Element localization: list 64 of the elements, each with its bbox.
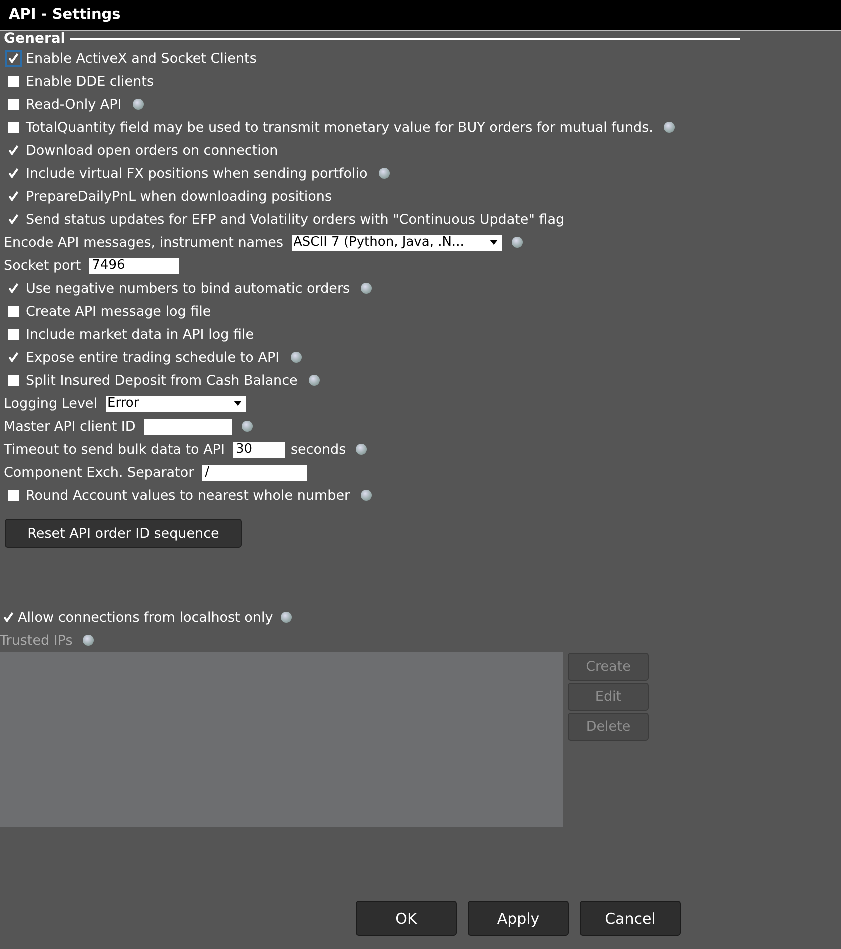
- help-icon[interactable]: [664, 122, 676, 133]
- field-label: Component Exch. Separator: [4, 464, 194, 482]
- checkbox[interactable]: [8, 375, 19, 386]
- checkbox-label: Include market data in API log file: [26, 326, 254, 344]
- checkbox-label: Allow connections from localhost only: [18, 608, 274, 626]
- checkbox-label: Include virtual FX positions when sending portfolio: [26, 164, 368, 182]
- help-icon[interactable]: [361, 283, 372, 294]
- checkbox[interactable]: [8, 283, 19, 294]
- checkbox-label: Send status updates for EFP and Volatility orders with "Continuous Update" flag: [26, 210, 565, 228]
- help-icon[interactable]: [132, 99, 144, 110]
- checkbox-label: Round Account values to nearest whole number: [26, 486, 350, 504]
- checkbox-label: Enable ActiveX and Socket Clients: [26, 50, 257, 68]
- checkbox-label: Expose entire trading schedule to API: [26, 348, 280, 366]
- dialog-button[interactable]: Cancel: [580, 901, 681, 936]
- checkbox-label: Download open orders on connection: [26, 142, 278, 160]
- field-label: Socket port: [4, 256, 82, 274]
- help-icon[interactable]: [242, 421, 253, 432]
- help-icon[interactable]: [281, 612, 292, 623]
- help-icon[interactable]: [361, 490, 372, 501]
- caret-icon: [234, 401, 242, 406]
- checkbox[interactable]: [8, 306, 19, 317]
- help-icon[interactable]: [308, 375, 320, 386]
- checkbox-label: Enable DDE clients: [26, 72, 154, 90]
- checkbox-label: Use negative numbers to bind automatic orders: [26, 280, 350, 298]
- reset-button[interactable]: Reset API order ID sequence: [5, 519, 242, 548]
- dropdown[interactable]: Error: [106, 396, 246, 412]
- unit-label: seconds: [290, 440, 346, 458]
- help-icon[interactable]: [378, 168, 390, 179]
- checkbox[interactable]: [8, 53, 19, 64]
- section-title: General: [4, 31, 66, 47]
- checkbox[interactable]: [8, 214, 19, 225]
- input-field[interactable]: 7496: [89, 258, 180, 274]
- help-icon[interactable]: [356, 444, 368, 455]
- checkbox[interactable]: [3, 612, 14, 623]
- help-icon[interactable]: [290, 352, 302, 363]
- checkbox[interactable]: [8, 76, 19, 87]
- checkbox[interactable]: [8, 490, 19, 501]
- window-title: API - Settings: [0, 0, 841, 31]
- dialog-button[interactable]: OK: [356, 901, 457, 936]
- caret-icon: [490, 240, 498, 245]
- checkbox-label: Split Insured Deposit from Cash Balance: [26, 372, 298, 390]
- section-label: Trusted IPs: [0, 632, 73, 650]
- checkbox-label: TotalQuantity field may be used to transmit monetary value for BUY orders for mutual funds.: [26, 118, 654, 136]
- input-field[interactable]: /: [202, 464, 308, 480]
- help-icon[interactable]: [82, 635, 94, 646]
- dialog-button[interactable]: Apply: [468, 901, 569, 936]
- field-label: Encode API messages, instrument names: [4, 234, 284, 252]
- help-icon[interactable]: [512, 237, 523, 248]
- field-label: Master API client ID: [4, 418, 136, 436]
- field-label: Timeout to send bulk data to API: [4, 440, 225, 458]
- dropdown[interactable]: ASCII 7 (Python, Java, .N...: [292, 234, 502, 250]
- checkbox[interactable]: [8, 168, 19, 179]
- checkbox[interactable]: [8, 191, 19, 202]
- checkbox-label: Create API message log file: [26, 302, 212, 320]
- checkbox-label: Read-Only API: [26, 96, 122, 114]
- input-field[interactable]: [144, 418, 232, 434]
- checkbox[interactable]: [8, 99, 19, 110]
- checkbox-label: PrepareDailyPnL when downloading positions: [26, 188, 332, 206]
- checkbox[interactable]: [8, 352, 19, 363]
- checkbox[interactable]: [8, 329, 19, 340]
- checkbox[interactable]: [8, 145, 19, 156]
- checkbox[interactable]: [8, 122, 19, 133]
- field-label: Logging Level: [4, 394, 98, 412]
- input-field[interactable]: 30: [232, 442, 285, 458]
